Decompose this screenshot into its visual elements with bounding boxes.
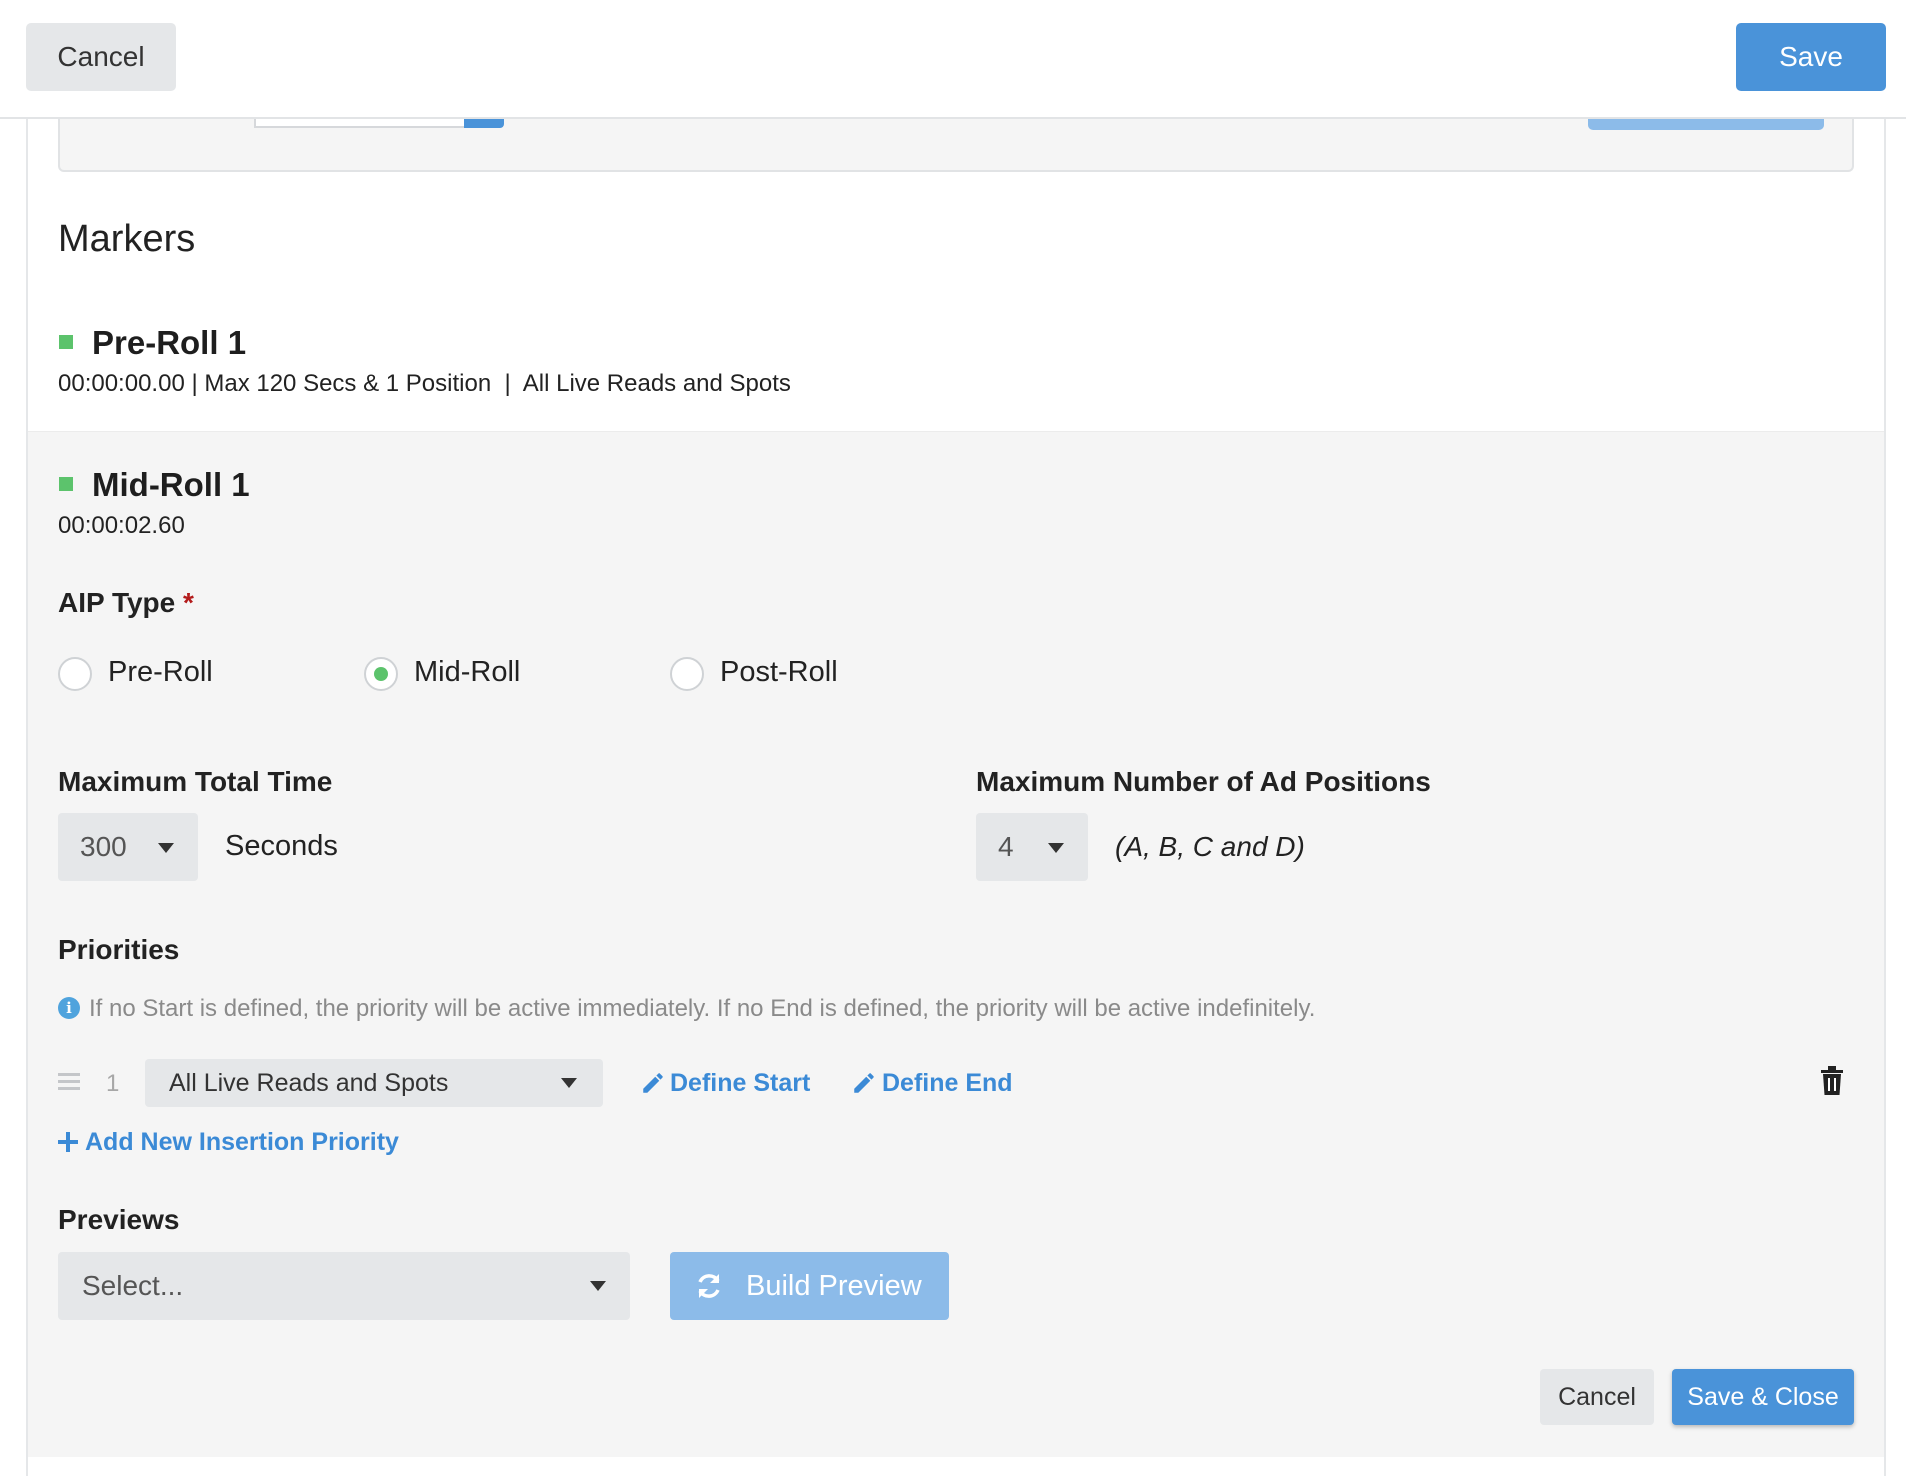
marker-status-square [59,335,73,349]
radio-pre-roll-label[interactable]: Pre-Roll [108,656,213,689]
max-total-time-label: Maximum Total Time [58,766,333,797]
priority-select[interactable]: All Live Reads and Spots [145,1059,603,1107]
radio-mid-roll[interactable] [364,657,398,691]
define-start-link[interactable]: Define Start [670,1069,810,1098]
top-toolbar: Cancel Save [0,0,1906,119]
previews-label: Previews [58,1204,180,1235]
ad-positions-note: (A, B, C and D) [1115,831,1305,862]
add-insertion-priority-link[interactable]: Add New Insertion Priority [85,1128,399,1157]
priority-rank: 1 [106,1070,120,1097]
chevron-down-icon [158,843,174,853]
markers-heading: Markers [58,218,196,260]
define-end-link[interactable]: Define End [882,1069,1013,1098]
build-preview-label: Build Preview [746,1270,922,1302]
marker-pre-roll-title[interactable]: Pre-Roll 1 [92,324,246,362]
max-total-time-select[interactable]: 300 [58,813,198,881]
chevron-down-icon [590,1281,606,1291]
max-ad-positions-select[interactable]: 4 [976,813,1088,881]
marker-mid-roll-time: 00:00:02.60 [58,512,185,539]
aip-type-label-text: AIP Type [58,587,176,618]
page-frame-right [1884,119,1886,1476]
refresh-icon [698,1274,720,1298]
build-preview-button[interactable]: Build Preview [670,1252,949,1320]
info-icon: i [58,997,80,1019]
max-ad-positions-label: Maximum Number of Ad Positions [976,766,1431,797]
radio-post-roll[interactable] [670,657,704,691]
save-button[interactable]: Save [1736,23,1886,91]
aip-type-label: AIP Type * [58,587,194,619]
previews-select[interactable]: Select... [58,1252,630,1320]
max-ad-positions-value: 4 [998,831,1014,862]
chevron-down-icon [561,1078,577,1088]
previews-select-placeholder: Select... [82,1270,184,1301]
priorities-label: Priorities [58,934,180,965]
panel-cancel-button[interactable]: Cancel [1540,1369,1654,1425]
priority-select-value: All Live Reads and Spots [169,1069,449,1097]
drag-handle-icon[interactable] [58,1073,80,1091]
marker-mid-roll-title: Mid-Roll 1 [92,466,250,503]
chevron-down-icon [1048,843,1064,853]
save-close-button[interactable]: Save & Close [1672,1369,1854,1425]
marker-status-square [59,477,73,491]
marker-pre-roll-meta: 00:00:00.00 | Max 120 Secs & 1 Position … [58,370,791,397]
plus-icon [58,1132,78,1152]
radio-post-roll-label[interactable]: Post-Roll [720,656,838,689]
max-total-time-unit: Seconds [225,830,338,862]
cancel-button[interactable]: Cancel [26,23,176,91]
pencil-icon [643,1073,663,1093]
priorities-info-text: If no Start is defined, the priority wil… [89,995,1316,1022]
radio-mid-roll-label[interactable]: Mid-Roll [414,656,520,689]
pencil-icon [854,1073,874,1093]
radio-pre-roll[interactable] [58,657,92,691]
required-asterisk: * [183,587,194,618]
max-total-time-value: 300 [80,831,127,862]
trash-icon[interactable] [1819,1066,1845,1096]
